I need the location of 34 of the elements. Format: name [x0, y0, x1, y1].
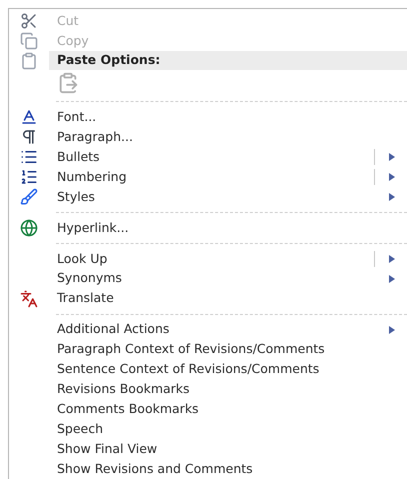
brush-icon	[20, 188, 38, 206]
menu-item[interactable]: Look Up	[9, 248, 407, 269]
submenu-arrow-icon	[389, 254, 395, 263]
paste-button[interactable]	[57, 72, 79, 94]
submenu-arrow-icon	[389, 193, 395, 202]
scissors-icon	[20, 12, 38, 30]
menu-item[interactable]: Paragraph...	[9, 127, 407, 148]
menu-item[interactable]: Paragraph Context of Revisions/Comments	[9, 340, 407, 360]
menu-item[interactable]: Translate	[9, 288, 407, 309]
clipboard-icon	[20, 52, 38, 70]
menu-item[interactable]: Speech	[9, 419, 407, 440]
globe-icon	[20, 219, 38, 238]
menu-item[interactable]: Comments Bookmarks	[9, 399, 407, 420]
menu-item[interactable]: Bullets	[9, 147, 407, 168]
translate-icon	[20, 290, 38, 308]
menu-item[interactable]: Show Revisions and Comments	[9, 459, 407, 479]
submenu-arrow-icon	[389, 153, 395, 162]
paragraph-icon	[20, 128, 38, 146]
menu-item[interactable]: Show Final View	[9, 439, 407, 460]
numbering-icon	[20, 168, 38, 186]
menu-item[interactable]: Styles	[9, 187, 407, 208]
menu-item[interactable]: Additional Actions	[9, 320, 407, 340]
submenu-arrow-icon	[389, 173, 395, 182]
copy-icon	[20, 32, 38, 50]
submenu-arrow-icon	[389, 326, 395, 334]
menu-item[interactable]: Numbering	[9, 167, 407, 188]
menu-item[interactable]: Sentence Context of Revisions/Comments	[9, 360, 407, 380]
menu-item[interactable]: Synonyms	[9, 268, 407, 289]
font-icon	[20, 108, 38, 126]
menu-item[interactable]: Font...	[9, 107, 407, 128]
menu-header: Paste Options:	[49, 50, 407, 70]
submenu-arrow-icon	[389, 274, 395, 283]
menu-item[interactable]: Revisions Bookmarks	[9, 380, 407, 400]
menu-item[interactable]: Hyperlink...	[9, 218, 407, 238]
